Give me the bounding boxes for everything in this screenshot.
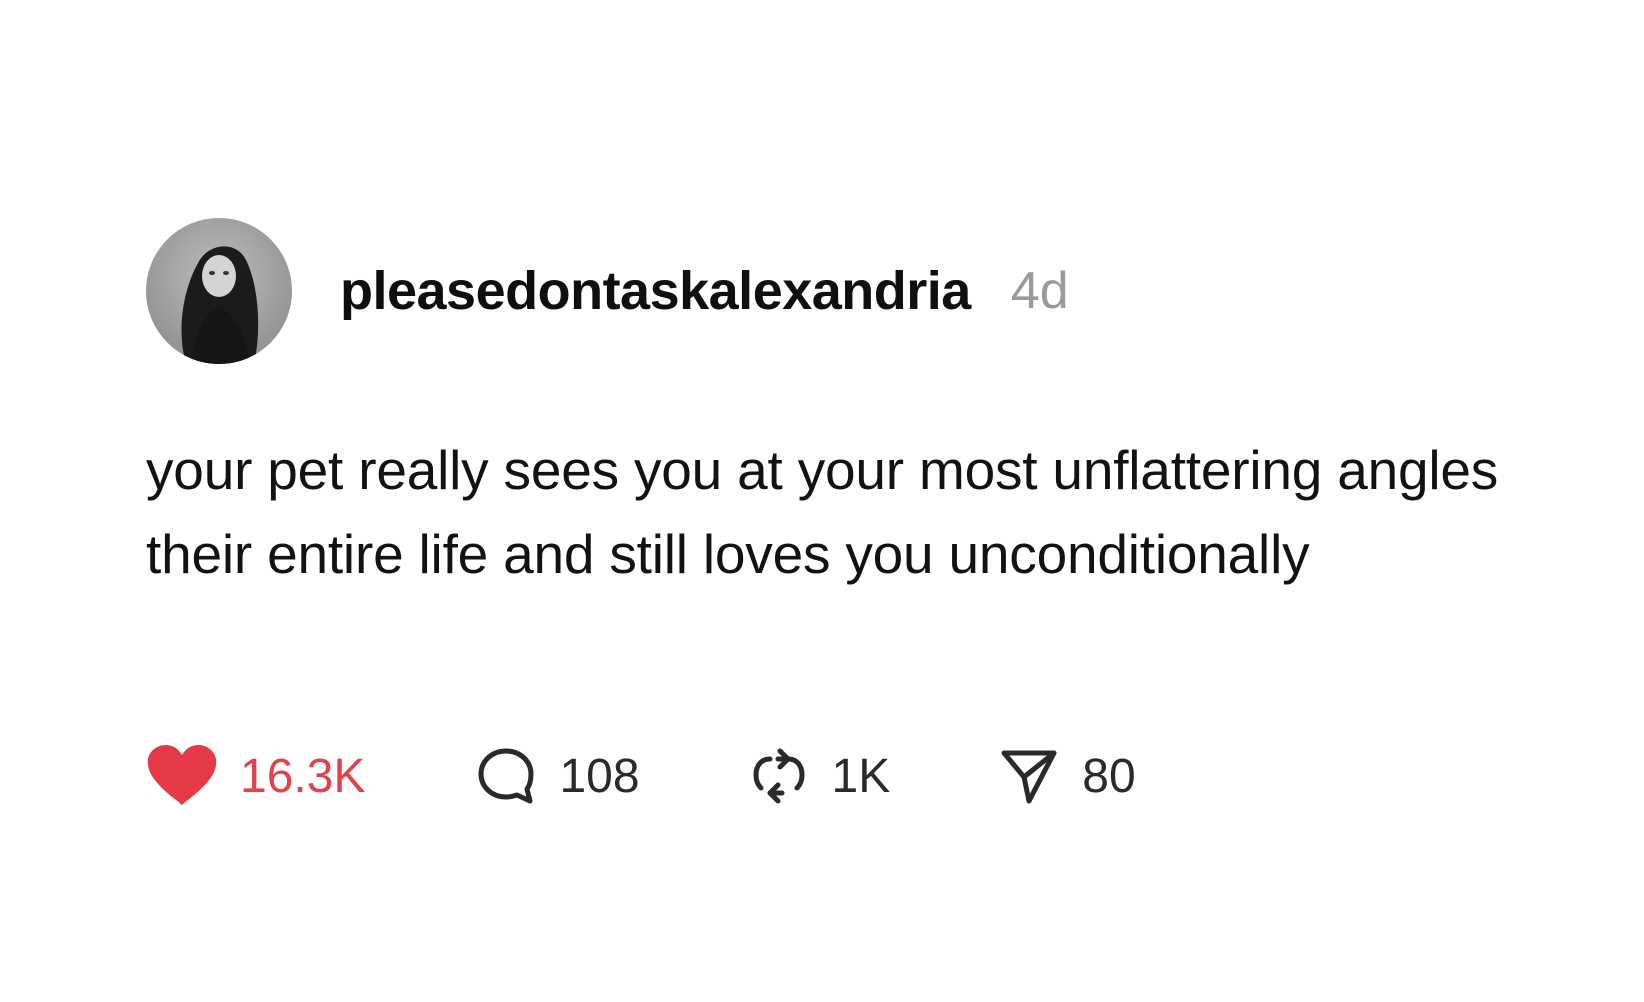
threads-post: pleasedontaskalexandria 4d your pet real… (146, 218, 1546, 805)
comment-bubble-icon (478, 748, 534, 804)
avatar-image (146, 218, 292, 364)
share-button[interactable]: 80 (998, 745, 1136, 807)
send-paper-plane-icon (1001, 750, 1057, 804)
repost-count: 1K (831, 749, 891, 803)
avatar[interactable] (146, 218, 292, 364)
repost-button[interactable]: 1K (748, 745, 891, 807)
like-button[interactable]: 16.3K (146, 745, 365, 807)
repost-arrows-icon (753, 748, 805, 804)
heart-icon (147, 745, 217, 805)
action-bar: 16.3K 108 1K 80 (146, 736, 1136, 816)
post-body-text: your pet really sees you at your most un… (146, 439, 1499, 585)
share-count: 80 (1082, 749, 1136, 803)
reply-count: 108 (559, 749, 640, 803)
post-header: pleasedontaskalexandria 4d (146, 218, 1546, 364)
reply-button[interactable]: 108 (475, 745, 640, 807)
like-count: 16.3K (240, 749, 366, 803)
username[interactable]: pleasedontaskalexandria (340, 260, 971, 322)
post-timestamp: 4d (1010, 262, 1069, 320)
